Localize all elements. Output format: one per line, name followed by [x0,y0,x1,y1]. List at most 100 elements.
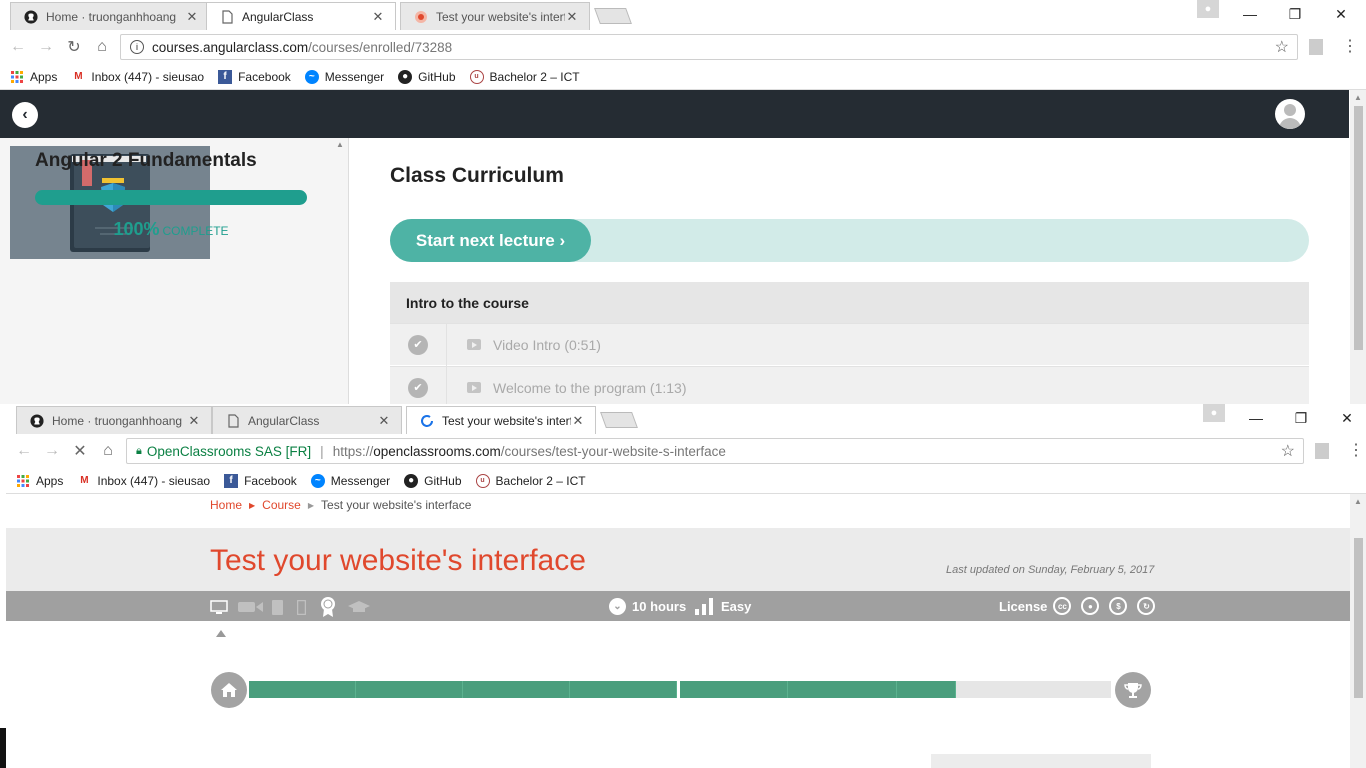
tab-github-home[interactable]: Home · truonganhhoang ✕ [10,2,210,30]
angularclass-header: ‹ [0,90,1349,138]
lecture-row[interactable]: ✔ Video Intro (0:51) [390,323,1309,366]
bookmark-messenger[interactable]: ~ Messenger [310,473,391,488]
scrollbar-thumb[interactable] [1354,106,1363,350]
tab-angularclass[interactable]: AngularClass ✕ [212,406,402,434]
menu-icon[interactable]: ⋮ [1348,440,1364,460]
browser-window-angularclass: Home · truonganhhoang ✕ AngularClass ✕ T… [0,0,1366,404]
close-icon[interactable]: ✕ [185,9,199,25]
start-next-lecture-button[interactable]: Start next lecture › [390,219,591,262]
browser-toolbar: ← → ✕ ⌂ 🔒︎ OpenClassrooms SAS [FR] | htt… [6,434,1366,468]
close-icon[interactable]: ✕ [187,413,201,429]
desktop-icon [210,599,228,615]
license-info[interactable]: License cc ● $ ↻ [999,591,1156,621]
bookmark-label: Messenger [324,69,385,84]
duration-info: ⌄ 10 hours [609,591,686,621]
scrollbar[interactable]: ▲ [1350,494,1366,768]
tab-github-home[interactable]: Home · truonganhhoang ✕ [16,406,212,434]
home-icon[interactable]: ⌂ [88,33,116,61]
course-progress-text: 100% COMPLETE [35,219,307,240]
tab-openclassrooms[interactable]: Test your website's interf ✕ [400,2,590,30]
back-icon[interactable]: ← [10,437,38,465]
progress-segment [356,681,463,698]
bookmark-label: Bachelor 2 – ICT [489,69,580,84]
bookmark-label: Facebook [244,473,297,488]
window-edge [0,728,6,768]
bookmark-facebook[interactable]: f Facebook [218,69,291,84]
close-window-button[interactable]: ✕ [1324,404,1366,432]
profile-icon[interactable]: ● [1197,0,1219,18]
progress-segment [788,681,897,698]
stop-loading-icon[interactable]: ✕ [66,437,94,465]
tab-openclassrooms[interactable]: Test your website's interf ✕ [406,406,596,434]
course-progress-bar [35,190,307,205]
lecture-row[interactable]: ✔ Welcome to the program (1:13) [390,366,1309,404]
lecture-title: Welcome to the program (1:13) [493,379,687,396]
restore-button[interactable]: ❐ [1278,404,1324,432]
info-icon[interactable]: i [130,40,144,54]
scrollbar[interactable]: ▲ [1350,90,1366,404]
back-icon[interactable]: ← [4,33,32,61]
progress-segment [570,681,677,698]
close-window-button[interactable]: ✕ [1318,0,1364,28]
forward-icon[interactable]: → [32,33,60,61]
bookmark-label: Facebook [238,69,291,84]
bookmark-bachelor[interactable]: u Bachelor 2 – ICT [475,473,586,488]
tab-angularclass[interactable]: AngularClass ✕ [206,2,396,30]
forward-icon[interactable]: → [38,437,66,465]
breadcrumb-home[interactable]: Home [210,498,242,512]
address-bar[interactable]: i courses.angularclass.com/courses/enrol… [120,34,1298,60]
new-tab-button[interactable] [600,412,638,428]
scroll-up-icon[interactable]: ▲ [1354,93,1362,102]
profile-icon[interactable]: ● [1203,404,1225,422]
minimize-button[interactable]: — [1227,0,1273,28]
restore-button[interactable]: ❐ [1272,0,1318,28]
start-lecture-bar[interactable]: Start next lecture › [390,219,1309,262]
address-bar[interactable]: 🔒︎ OpenClassrooms SAS [FR] | https://ope… [126,438,1304,464]
bookmark-label: GitHub [424,473,462,488]
star-icon[interactable]: ☆ [1281,441,1295,461]
tablet-icon [270,599,284,615]
close-icon[interactable]: ✕ [377,413,391,429]
home-icon[interactable]: ⌂ [94,437,122,465]
messenger-icon: ~ [310,473,325,488]
menu-icon[interactable]: ⋮ [1342,36,1358,56]
reload-icon[interactable]: ↻ [60,33,88,61]
scrollbar-thumb[interactable] [1354,538,1363,698]
progress-segment [249,681,356,698]
bookmark-facebook[interactable]: f Facebook [224,473,297,488]
minimize-button[interactable]: — [1233,404,1279,432]
github-icon: ● [404,473,419,488]
bookmark-gmail[interactable]: M Inbox (447) - sieusao [71,70,204,84]
tab-title: Home · truonganhhoang [46,9,177,24]
bookmark-apps[interactable]: Apps [16,474,63,488]
duration-text: 10 hours [632,598,687,614]
breadcrumb-course[interactable]: Course [262,498,301,512]
close-icon[interactable]: ✕ [571,413,585,429]
avatar[interactable] [1275,99,1305,129]
trophy-icon[interactable] [1115,672,1151,708]
sharealike-icon: ↻ [1137,597,1156,615]
bookmark-apps[interactable]: Apps [10,70,57,84]
close-icon[interactable]: ✕ [371,9,385,25]
tab-title: AngularClass [248,413,320,428]
bookmark-messenger[interactable]: ~ Messenger [304,69,385,84]
scroll-up-icon[interactable]: ▲ [1354,497,1362,506]
pdf-extension-icon[interactable] [1315,443,1329,459]
bookmark-github[interactable]: ● GitHub [404,473,462,488]
bookmark-github[interactable]: ● GitHub [398,69,456,84]
lock-icon: 🔒︎ [136,444,142,457]
close-icon[interactable]: ✕ [565,9,579,25]
back-circle-icon[interactable]: ‹ [12,102,38,128]
bookmark-label: Bachelor 2 – ICT [495,473,586,488]
pdf-extension-icon[interactable] [1309,39,1323,55]
scroll-up-icon[interactable]: ▲ [336,140,344,149]
breadcrumb: Home ▶ Course ▶ Test your website's inte… [210,498,471,512]
bookmark-gmail[interactable]: M Inbox (447) - sieusao [77,474,210,488]
home-icon[interactable] [211,672,247,708]
bookmark-bachelor[interactable]: u Bachelor 2 – ICT [469,69,580,84]
new-tab-button[interactable] [594,8,632,24]
tab-strip: Home · truonganhhoang ✕ AngularClass ✕ T… [6,404,1366,434]
bookmark-label: Messenger [330,473,391,488]
breadcrumb-current: Test your website's interface [321,498,472,512]
star-icon[interactable]: ☆ [1275,37,1289,57]
